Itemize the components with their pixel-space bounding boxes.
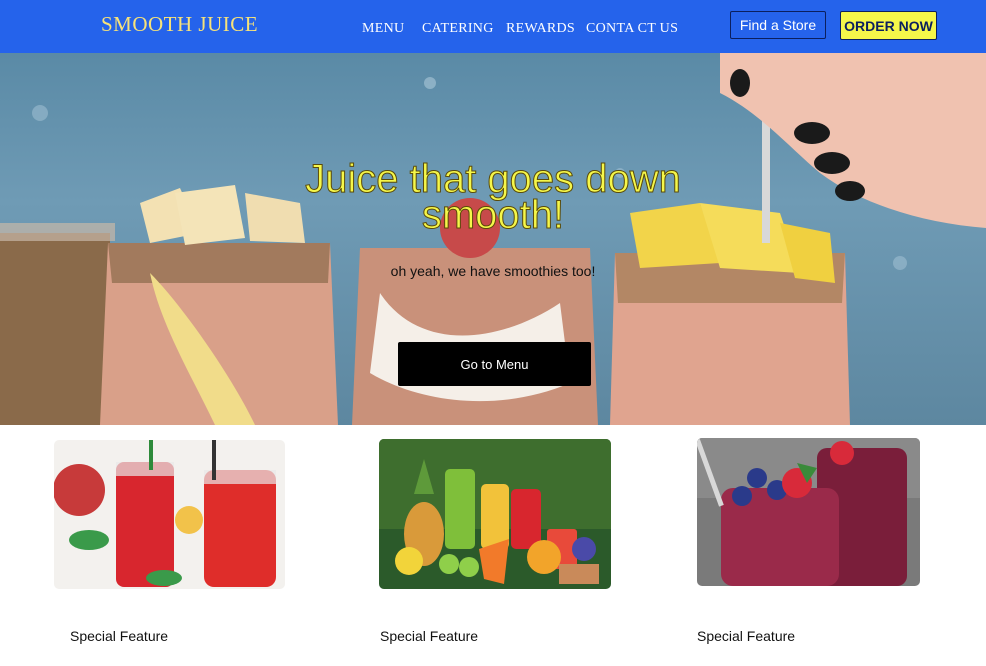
feature-image-fruits-juices[interactable] [379, 439, 611, 589]
feature-image-berry-smoothie[interactable] [697, 438, 920, 586]
hero-subtitle: oh yeah, we have smoothies too! [390, 263, 596, 279]
nav-link-rewards[interactable]: REWARDS [506, 21, 575, 37]
nav-link-catering[interactable]: CATERING [422, 21, 494, 37]
go-to-menu-button[interactable]: Go to Menu [398, 342, 591, 386]
feature-label-2: Special Feature [380, 628, 479, 644]
order-now-button[interactable]: ORDER NOW [840, 11, 937, 40]
hero-title: Juice that goes down smooth! [305, 157, 682, 237]
find-store-button[interactable]: Find a Store [730, 11, 826, 39]
hero-banner: Juice that goes down smooth! oh yeah, we… [0, 53, 986, 425]
nav-link-contact[interactable]: CONTA CT US [586, 21, 678, 37]
nav-link-menu[interactable]: MENU [362, 21, 404, 37]
brand-logo[interactable]: SMOOTH JUICE [101, 12, 258, 37]
feature-label-1: Special Feature [70, 628, 169, 644]
feature-label-3: Special Feature [697, 628, 796, 644]
feature-image-strawberry-juice[interactable] [54, 440, 285, 589]
top-nav: SMOOTH JUICE MENU CATERING REWARDS CONTA… [0, 0, 986, 53]
